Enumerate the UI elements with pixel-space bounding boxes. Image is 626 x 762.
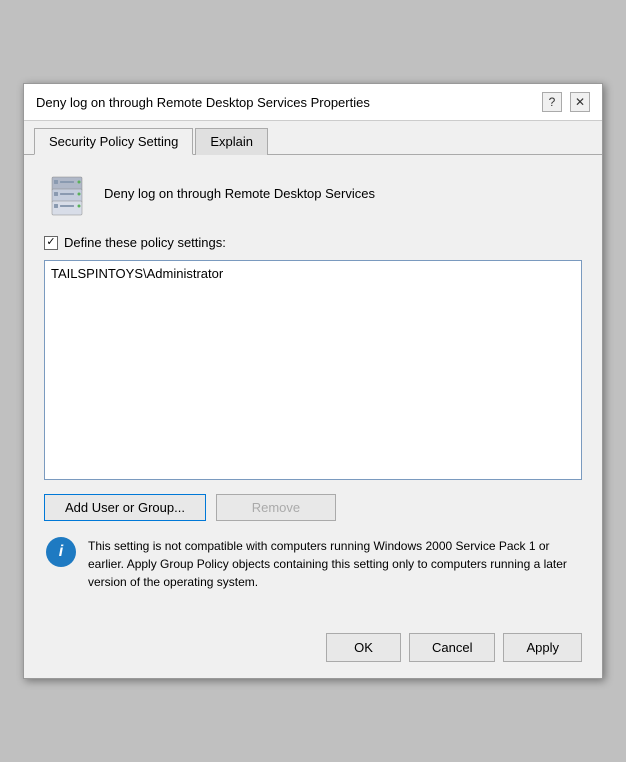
dialog-footer: OK Cancel Apply (24, 623, 602, 678)
tab-explain[interactable]: Explain (195, 128, 268, 155)
cancel-button[interactable]: Cancel (409, 633, 495, 662)
add-user-button[interactable]: Add User or Group... (44, 494, 206, 521)
server-icon (44, 171, 90, 217)
define-settings-checkbox[interactable]: ✓ (44, 236, 58, 250)
policy-header: Deny log on through Remote Desktop Servi… (44, 171, 582, 217)
define-settings-row: ✓ Define these policy settings: (44, 235, 582, 250)
title-bar-controls: ? ✕ (542, 92, 590, 112)
main-panel: Deny log on through Remote Desktop Servi… (24, 155, 602, 623)
help-button[interactable]: ? (542, 92, 562, 112)
checkmark-icon: ✓ (46, 237, 55, 248)
user-buttons-row: Add User or Group... Remove (44, 494, 582, 521)
tab-security-policy-setting[interactable]: Security Policy Setting (34, 128, 193, 155)
title-bar: Deny log on through Remote Desktop Servi… (24, 84, 602, 121)
dialog-title: Deny log on through Remote Desktop Servi… (36, 95, 370, 110)
info-box: i This setting is not compatible with co… (44, 537, 582, 591)
info-icon: i (46, 537, 76, 567)
close-button[interactable]: ✕ (570, 92, 590, 112)
tab-bar: Security Policy Setting Explain (24, 121, 602, 155)
apply-button[interactable]: Apply (503, 633, 582, 662)
title-bar-left: Deny log on through Remote Desktop Servi… (36, 95, 370, 110)
policy-title: Deny log on through Remote Desktop Servi… (104, 185, 375, 203)
info-text: This setting is not compatible with comp… (88, 537, 580, 591)
define-settings-label: Define these policy settings: (64, 235, 226, 250)
ok-button[interactable]: OK (326, 633, 401, 662)
list-item: TAILSPINTOYS\Administrator (49, 265, 577, 282)
dialog-window: Deny log on through Remote Desktop Servi… (23, 83, 603, 679)
users-listbox[interactable]: TAILSPINTOYS\Administrator (44, 260, 582, 480)
remove-button[interactable]: Remove (216, 494, 336, 521)
